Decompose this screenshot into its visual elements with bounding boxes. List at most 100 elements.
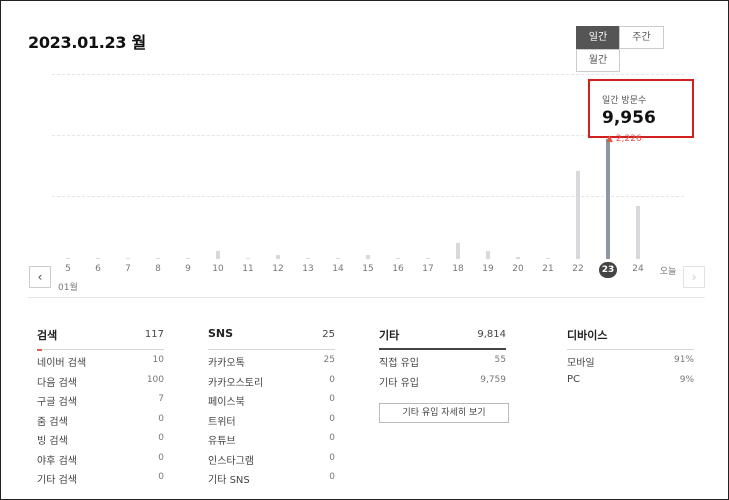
x-tick-label[interactable]: 16	[386, 264, 410, 274]
stat-row: 유튜브 0	[208, 428, 335, 448]
stat-row: 빙 검색 0	[37, 428, 164, 448]
stat-row-label: 모바일	[567, 358, 595, 369]
stat-row-value: 0	[158, 452, 164, 463]
tab-monthly[interactable]: 월간	[576, 49, 620, 72]
x-tick-label[interactable]: 5	[56, 264, 80, 274]
visit-tooltip: 일간 방문수 9,956 ▲ 2,226	[588, 79, 694, 144]
chart-bar[interactable]	[96, 258, 100, 259]
stat-row-label: 구글 검색	[37, 397, 77, 408]
stat-row-value: 9,759	[480, 374, 506, 385]
month-label: 01월	[58, 283, 78, 293]
x-tick-label[interactable]: 14	[326, 264, 350, 274]
x-tick-label[interactable]: 15	[356, 264, 380, 274]
stat-row-value: 9%	[679, 374, 694, 385]
stat-row: 카카오스토리 0	[208, 370, 335, 390]
chart-bar[interactable]	[336, 258, 340, 259]
x-tick-label[interactable]: 19	[476, 264, 500, 274]
search-stats: 검색 117 네이버 검색 10 다음 검색 100 구글 검색 7 줌 검색 0 빙 검색 0 야…	[37, 327, 164, 487]
chart-bar[interactable]	[126, 258, 130, 259]
stat-row: 기타 검색 0	[37, 467, 164, 487]
chart-bar[interactable]	[66, 258, 70, 259]
sns-stats: SNS 25 카카오톡 25 카카오스토리 0 페이스북 0 트위터 0 유튜브 0 인스타그램 0 기…	[208, 327, 335, 487]
stat-row-label: 기타 검색	[37, 475, 77, 486]
etc-total: 9,814	[477, 329, 506, 340]
stat-row: 기타 SNS 0	[208, 467, 335, 487]
stat-row-label: 야후 검색	[37, 455, 77, 467]
stat-row-label: 직접 유입	[379, 358, 419, 369]
next-arrow-button[interactable]: ›	[683, 266, 705, 288]
stat-row-value: 100	[146, 374, 164, 385]
x-tick-label[interactable]: 11	[236, 264, 260, 274]
chart-bar[interactable]	[546, 258, 550, 259]
stat-row-value: 0	[329, 394, 335, 404]
chart-bar[interactable]	[576, 171, 580, 259]
chart-bar[interactable]	[246, 258, 250, 259]
chart-bar[interactable]	[606, 139, 610, 259]
chart-bar[interactable]	[156, 258, 160, 259]
stat-row-value: 55	[494, 355, 506, 365]
x-tick-label[interactable]: 7	[116, 264, 140, 274]
chart-bar[interactable]	[276, 255, 280, 259]
x-tick-label[interactable]: 6	[86, 264, 110, 274]
chart-bar[interactable]	[486, 251, 490, 259]
chart-bar[interactable]	[366, 255, 370, 259]
x-tick-label[interactable]: 12	[266, 264, 290, 274]
etc-detail-button[interactable]: 기타 유입 자세히 보기	[379, 403, 509, 423]
tooltip-delta: ▲ 2,226	[606, 134, 642, 144]
x-tick-label[interactable]: 13	[296, 264, 320, 274]
stat-row: 페이스북 0	[208, 389, 335, 409]
section-divider	[28, 297, 705, 298]
stat-row-label: 네이버 검색	[37, 358, 87, 369]
x-tick-label[interactable]: 9	[176, 264, 200, 274]
x-tick-label[interactable]: 24	[626, 264, 650, 274]
stat-row: PC 9%	[567, 370, 694, 390]
x-tick-label[interactable]: 22	[566, 264, 590, 274]
x-tick-label[interactable]: 8	[146, 264, 170, 274]
stat-row-value: 25	[323, 355, 335, 365]
stat-row-label: 기타 유입	[379, 377, 419, 389]
x-tick-label[interactable]: 23	[599, 262, 617, 278]
stat-row: 다음 검색 100	[37, 370, 164, 390]
x-tick-label[interactable]: 20	[506, 264, 530, 274]
chart-bar[interactable]	[306, 258, 310, 259]
sns-title: SNS	[208, 327, 234, 340]
x-tick-today[interactable]: 오늘	[656, 264, 680, 277]
etc-title: 기타	[379, 329, 400, 342]
grid-line	[52, 74, 684, 75]
stat-row: 카카오톡 25	[208, 350, 335, 370]
tab-weekly[interactable]: 주간	[619, 26, 664, 49]
device-stats: 디바이스 모바일 91% PC 9%	[567, 327, 694, 389]
stat-row-label: 카카오톡	[208, 358, 245, 369]
chart-bar[interactable]	[186, 258, 190, 259]
chart-bar[interactable]	[516, 257, 520, 259]
stat-row-label: 인스타그램	[208, 455, 254, 467]
search-title: 검색	[37, 329, 58, 342]
stat-row: 야후 검색 0	[37, 448, 164, 468]
stat-row-value: 0	[158, 433, 164, 443]
tooltip-value: 9,956	[602, 108, 656, 128]
etc-stats: 기타 9,814 직접 유입 55 기타 유입 9,759	[379, 327, 506, 389]
stat-row: 인스타그램 0	[208, 448, 335, 468]
chart-bar[interactable]	[636, 206, 640, 259]
x-tick-label[interactable]: 10	[206, 264, 230, 274]
stat-row-value: 91%	[673, 355, 694, 365]
chart-bar[interactable]	[456, 243, 460, 259]
stat-row-value: 0	[329, 472, 335, 482]
stat-row: 구글 검색 7	[37, 389, 164, 409]
stat-row-label: PC	[567, 373, 581, 385]
search-total: 117	[144, 329, 164, 340]
stat-row: 직접 유입 55	[379, 350, 506, 370]
chart-bar[interactable]	[396, 258, 400, 259]
x-tick-label[interactable]: 18	[446, 264, 470, 274]
chart-bar[interactable]	[216, 251, 220, 259]
stat-row-value: 7	[158, 394, 164, 404]
stat-row-value: 0	[329, 433, 335, 443]
prev-arrow-button[interactable]: ‹	[29, 266, 51, 288]
stat-row-value: 10	[152, 355, 164, 365]
x-tick-label[interactable]: 17	[416, 264, 440, 274]
stat-row-label: 카카오스토리	[208, 377, 264, 389]
stat-row: 트위터 0	[208, 409, 335, 429]
tab-daily[interactable]: 일간	[576, 26, 620, 49]
chart-bar[interactable]	[426, 258, 430, 259]
x-tick-label[interactable]: 21	[536, 264, 560, 274]
